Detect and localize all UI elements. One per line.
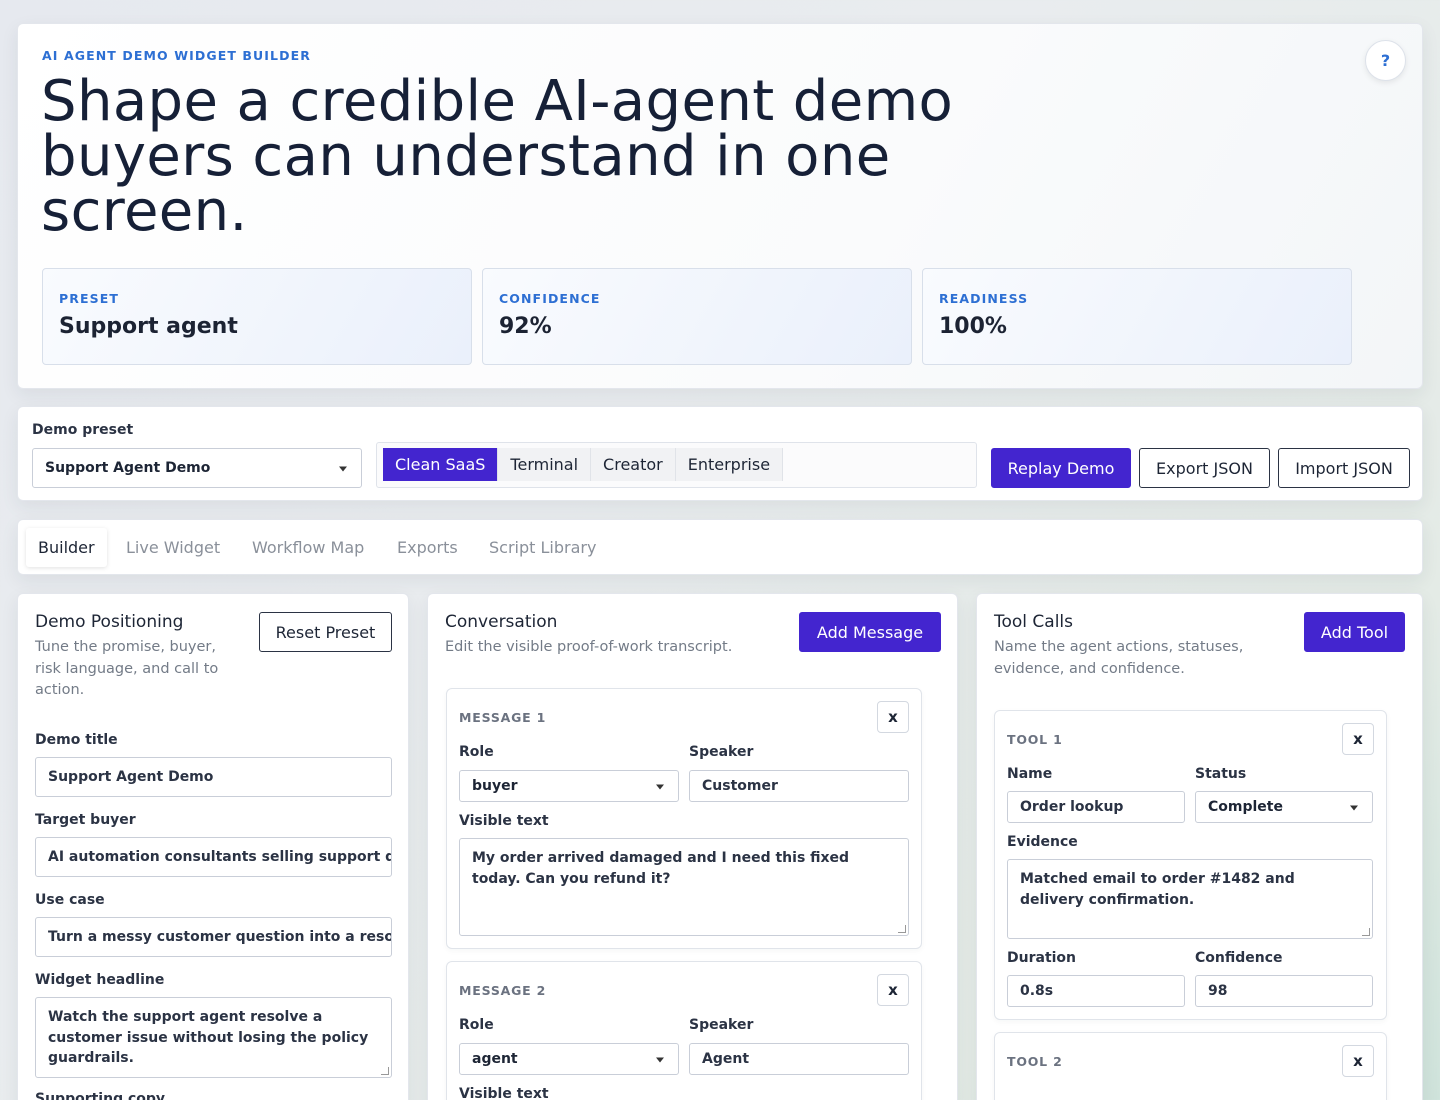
import-json-button[interactable]: Import JSON <box>1278 448 1410 488</box>
message-card: MESSAGE 2 x Role Speaker agent Agent Vis… <box>446 961 922 1100</box>
stat-label: PRESET <box>59 291 119 306</box>
preset-select-value: Support Agent Demo <box>45 460 211 476</box>
target-buyer-label: Target buyer <box>35 812 136 828</box>
stat-label: CONFIDENCE <box>499 291 601 306</box>
visible-text-label: Visible text <box>459 813 549 829</box>
replay-demo-button[interactable]: Replay Demo <box>991 448 1131 488</box>
theme-switcher: Clean SaaS Terminal Creator Enterprise <box>376 442 977 488</box>
theme-clean-saas[interactable]: Clean SaaS <box>383 448 499 481</box>
hero-eyebrow: AI AGENT DEMO WIDGET BUILDER <box>42 48 311 63</box>
visible-text-input[interactable]: My order arrived damaged and I need this… <box>459 838 909 936</box>
tool-heading: TOOL 1 <box>1007 732 1063 747</box>
theme-enterprise[interactable]: Enterprise <box>675 448 784 481</box>
chevron-down-icon <box>656 1057 664 1063</box>
speaker-input[interactable]: Customer <box>689 770 909 802</box>
message-heading: MESSAGE 1 <box>459 710 547 725</box>
panel-title: Demo Positioning <box>35 612 184 632</box>
use-case-label: Use case <box>35 892 105 908</box>
tab-bar: Builder Live Widget Workflow Map Exports… <box>17 519 1423 575</box>
add-message-button[interactable]: Add Message <box>799 612 941 652</box>
speaker-label: Speaker <box>689 1017 754 1033</box>
duration-input[interactable]: 0.8s <box>1007 975 1185 1007</box>
theme-creator[interactable]: Creator <box>591 448 676 481</box>
message-card: MESSAGE 1 x Role Speaker buyer Customer … <box>446 688 922 949</box>
help-button[interactable]: ? <box>1365 40 1406 81</box>
supporting-copy-label: Supporting copy <box>35 1091 166 1100</box>
panel-subtitle: Edit the visible proof-of-work transcrip… <box>445 639 733 655</box>
role-select-value: agent <box>472 1051 518 1067</box>
preset-select[interactable]: Support Agent Demo <box>32 448 362 488</box>
chevron-down-icon <box>656 784 664 790</box>
resize-handle-icon[interactable] <box>898 925 906 933</box>
tab-workflow-map[interactable]: Workflow Map <box>240 528 376 567</box>
panel-title: Conversation <box>445 612 558 632</box>
speaker-input[interactable]: Agent <box>689 1043 909 1075</box>
stat-label: READINESS <box>939 291 1029 306</box>
tool-name-label: Name <box>1007 766 1053 782</box>
close-icon[interactable]: x <box>1342 723 1374 755</box>
message-heading: MESSAGE 2 <box>459 983 547 998</box>
panel-title: Tool Calls <box>994 612 1074 632</box>
panel-subtitle: Name the agent actions, statuses, eviden… <box>994 639 1244 677</box>
tab-builder[interactable]: Builder <box>26 528 107 567</box>
speaker-label: Speaker <box>689 744 754 760</box>
stat-preset: PRESET Support agent <box>42 268 472 365</box>
toolbar: Demo preset Support Agent Demo Clean Saa… <box>17 406 1423 501</box>
demo-title-input[interactable]: Support Agent Demo <box>35 757 392 797</box>
resize-handle-icon[interactable] <box>1362 928 1370 936</box>
tool-status-value: Complete <box>1208 799 1283 815</box>
widget-headline-text: Watch the support agent resolve a custom… <box>48 1009 369 1066</box>
tab-exports[interactable]: Exports <box>385 528 470 567</box>
role-select-value: buyer <box>472 778 518 794</box>
tab-script-library[interactable]: Script Library <box>477 528 608 567</box>
confidence-input[interactable]: 98 <box>1195 975 1373 1007</box>
tool-status-select[interactable]: Complete <box>1195 791 1373 823</box>
widget-headline-label: Widget headline <box>35 972 165 988</box>
evidence-value: Matched email to order #1482 and deliver… <box>1020 871 1295 908</box>
chevron-down-icon <box>339 466 347 472</box>
hero-card: AI AGENT DEMO WIDGET BUILDER Shape a cre… <box>17 23 1423 389</box>
role-label: Role <box>459 1017 494 1033</box>
close-icon[interactable]: x <box>877 974 909 1006</box>
conversation-panel: Conversation Edit the visible proof-of-w… <box>427 593 958 1100</box>
tool-status-label: Status <box>1195 766 1247 782</box>
demo-title-label: Demo title <box>35 732 118 748</box>
positioning-panel: Demo Positioning Tune the promise, buyer… <box>17 593 409 1100</box>
tool-card: TOOL 2 x <box>994 1032 1387 1100</box>
tool-calls-panel: Tool Calls Name the agent actions, statu… <box>976 593 1423 1100</box>
add-tool-button[interactable]: Add Tool <box>1304 612 1405 652</box>
role-select[interactable]: agent <box>459 1043 679 1075</box>
role-select[interactable]: buyer <box>459 770 679 802</box>
stat-value: 100% <box>939 314 1007 339</box>
panel-subtitle: Tune the promise, buyer, risk language, … <box>35 639 219 698</box>
tool-card: TOOL 1 x Name Status Order lookup Comple… <box>994 710 1387 1020</box>
use-case-input[interactable]: Turn a messy customer question into a re… <box>35 917 392 957</box>
tool-heading: TOOL 2 <box>1007 1054 1063 1069</box>
reset-preset-button[interactable]: Reset Preset <box>259 612 392 652</box>
target-buyer-input[interactable]: AI automation consultants selling suppor… <box>35 837 392 877</box>
visible-text-value: My order arrived damaged and I need this… <box>472 850 850 887</box>
duration-label: Duration <box>1007 950 1077 966</box>
stat-value: 92% <box>499 314 552 339</box>
export-json-button[interactable]: Export JSON <box>1139 448 1270 488</box>
evidence-input[interactable]: Matched email to order #1482 and deliver… <box>1007 859 1373 939</box>
confidence-label: Confidence <box>1195 950 1283 966</box>
evidence-label: Evidence <box>1007 834 1078 850</box>
hero-title: Shape a credible AI-agent demo buyers ca… <box>41 69 954 244</box>
chevron-down-icon <box>1350 805 1358 811</box>
stat-readiness: READINESS 100% <box>922 268 1352 365</box>
close-icon[interactable]: x <box>877 701 909 733</box>
visible-text-label: Visible text <box>459 1086 549 1100</box>
resize-handle-icon[interactable] <box>381 1067 389 1075</box>
widget-headline-input[interactable]: Watch the support agent resolve a custom… <box>35 997 392 1078</box>
tool-name-input[interactable]: Order lookup <box>1007 791 1185 823</box>
role-label: Role <box>459 744 494 760</box>
close-icon[interactable]: x <box>1342 1045 1374 1077</box>
stat-value: Support agent <box>59 314 238 339</box>
preset-label: Demo preset <box>32 422 134 438</box>
stat-confidence: CONFIDENCE 92% <box>482 268 912 365</box>
theme-terminal[interactable]: Terminal <box>498 448 592 481</box>
tab-live-widget[interactable]: Live Widget <box>114 528 232 567</box>
